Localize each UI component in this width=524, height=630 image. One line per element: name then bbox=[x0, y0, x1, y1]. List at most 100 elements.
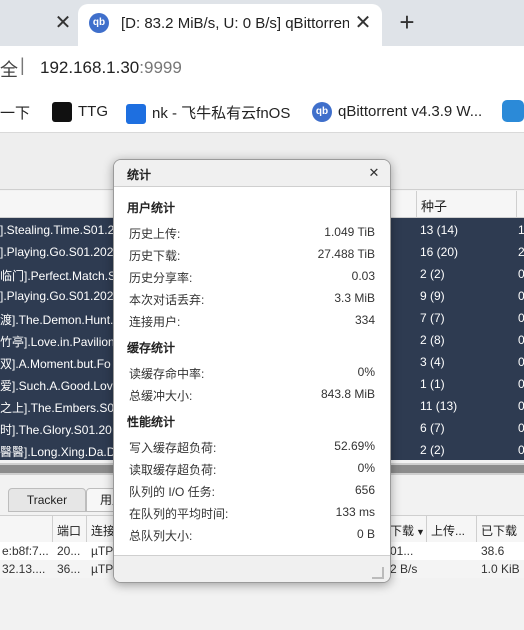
torrent-seeds: 2 (2) bbox=[420, 267, 445, 281]
torrent-seeds: 16 (20) bbox=[420, 245, 459, 259]
bookmark-fnos[interactable]: nk - 飞牛私有云fnOS bbox=[126, 102, 291, 125]
stat-value: 133 ms bbox=[335, 505, 375, 519]
stat-value: 0 B bbox=[356, 527, 375, 541]
extension-icon[interactable] bbox=[502, 100, 524, 122]
stat-label: 总队列大小: bbox=[129, 529, 193, 543]
qbittorrent-favicon-icon: qb bbox=[89, 13, 109, 33]
bookmark-ttg[interactable]: TTG bbox=[52, 102, 108, 122]
column-label: 下载 bbox=[390, 524, 415, 538]
close-icon[interactable]: ✕ bbox=[364, 163, 384, 183]
stat-label: 历史下载: bbox=[129, 249, 181, 263]
stat-value: 3.3 MiB bbox=[334, 291, 375, 305]
peer-ip: e:b8f:7... bbox=[2, 544, 49, 558]
address-bar[interactable]: 192.168.1.30:9999 bbox=[40, 58, 182, 78]
torrent-seeds: 2 (8) bbox=[420, 333, 445, 347]
new-tab-icon[interactable]: + bbox=[394, 9, 420, 35]
torrent-peers: 0 bbox=[518, 443, 524, 457]
stat-label: 历史分享率: bbox=[129, 271, 193, 285]
column-divider[interactable] bbox=[516, 191, 517, 217]
address-host: 192.168.1.30 bbox=[40, 58, 140, 77]
browser-tab-strip: ✕ qb [D: 83.2 MiB/s, U: 0 B/s] qBittorre… bbox=[0, 0, 524, 46]
active-browser-tab[interactable]: qb [D: 83.2 MiB/s, U: 0 B/s] qBittorrent… bbox=[78, 4, 382, 46]
column-divider[interactable] bbox=[52, 516, 53, 542]
column-header-download-speed[interactable]: 下载 ▼ bbox=[390, 522, 425, 539]
nk-icon bbox=[126, 104, 146, 125]
column-header-seeds[interactable]: 种子 bbox=[421, 196, 447, 215]
torrent-peers: 0 bbox=[518, 355, 524, 369]
stat-value: 0.03 bbox=[351, 269, 375, 283]
torrent-peers: 0 bbox=[518, 311, 524, 325]
bookmark-label: 一下 bbox=[0, 105, 31, 122]
peer-downloaded: 1.0 KiB bbox=[481, 562, 520, 576]
column-header-connection[interactable]: 连接 bbox=[91, 522, 115, 539]
address-prefix: 全 bbox=[0, 60, 18, 80]
stat-label: 历史上传: bbox=[129, 227, 181, 241]
column-header-upload-speed[interactable]: 上传... bbox=[431, 522, 465, 539]
column-divider[interactable] bbox=[86, 516, 87, 542]
column-divider[interactable] bbox=[426, 516, 427, 542]
stat-label: 在队列的平均时间: bbox=[129, 507, 229, 521]
torrent-peers: 0 bbox=[518, 377, 524, 391]
bookmark-item[interactable]: 一下 bbox=[0, 102, 30, 123]
section-heading: 用户统计 bbox=[127, 201, 176, 215]
torrent-peers: 0 bbox=[518, 267, 524, 281]
previous-tab-close-icon[interactable]: ✕ bbox=[52, 10, 74, 36]
torrent-peers: 0 bbox=[518, 421, 524, 435]
stat-label: 本次对话丢弃: bbox=[129, 293, 205, 307]
column-header-downloaded[interactable]: 已下载 bbox=[481, 522, 517, 539]
stat-value: 0% bbox=[357, 365, 375, 379]
torrent-peers: 2 bbox=[518, 245, 524, 259]
stat-label: 写入缓存超负荷: bbox=[129, 441, 217, 455]
stat-value: 0% bbox=[357, 461, 375, 475]
torrent-seeds: 7 (7) bbox=[420, 311, 445, 325]
bookmark-label: TTG bbox=[78, 102, 108, 120]
stat-value: 27.488 TiB bbox=[317, 247, 375, 261]
column-divider[interactable] bbox=[416, 191, 417, 217]
resize-grip-icon[interactable] bbox=[372, 567, 384, 579]
tab-close-icon[interactable]: ✕ bbox=[352, 10, 374, 36]
bookmark-qbittorrent[interactable]: qb qBittorrent v4.3.9 W... bbox=[312, 102, 482, 122]
peer-download-speed: 2 B/s bbox=[390, 562, 418, 576]
qbittorrent-icon: qb bbox=[312, 102, 332, 122]
stat-label: 队列的 I/O 任务: bbox=[129, 485, 216, 499]
tab-title: [D: 83.2 MiB/s, U: 0 B/s] qBittorrent bbox=[121, 15, 349, 32]
address-separator: | bbox=[20, 55, 25, 75]
torrent-peers: 0 bbox=[518, 333, 524, 347]
torrent-peers: 0 bbox=[518, 289, 524, 303]
torrent-seeds: 13 (14) bbox=[420, 223, 459, 237]
stat-label: 读取缓存超负荷: bbox=[129, 463, 217, 477]
peer-downloaded: 38.6 bbox=[481, 544, 505, 558]
torrent-peers: 0 bbox=[518, 399, 524, 413]
statistics-dialog: 统计 ✕ 用户统计 历史上传: 1.049 TiB 历史下载: 27.488 TiB 历史… bbox=[113, 159, 391, 583]
dialog-titlebar[interactable]: 统计 ✕ bbox=[114, 160, 390, 187]
tab-tracker[interactable]: Tracker bbox=[8, 488, 86, 512]
stat-value: 656 bbox=[354, 483, 375, 497]
peer-port: 20... bbox=[57, 544, 81, 558]
bookmark-label: nk - 飞牛私有云fnOS bbox=[152, 105, 291, 122]
stat-label: 读缓存命中率: bbox=[129, 367, 205, 381]
torrent-peers: 1 bbox=[518, 223, 524, 237]
torrent-seeds: 3 (4) bbox=[420, 355, 445, 369]
address-port: :9999 bbox=[139, 58, 182, 77]
torrent-seeds: 11 (13) bbox=[420, 399, 458, 413]
bookmarks-bar: 一下 TTG nk - 飞牛私有云fnOS qb qBittorrent v4.3… bbox=[0, 90, 524, 133]
peer-download-speed: 01... bbox=[390, 544, 414, 558]
column-header-port[interactable]: 端口 bbox=[57, 522, 81, 539]
column-divider[interactable] bbox=[476, 516, 477, 542]
stat-label: 总缓冲大小: bbox=[129, 389, 193, 403]
ttg-icon bbox=[52, 102, 72, 122]
stat-label: 连接用户: bbox=[129, 315, 181, 329]
statistics-body: 用户统计 历史上传: 1.049 TiB 历史下载: 27.488 TiB 历史分享率: 0… bbox=[114, 187, 390, 555]
peer-ip: 32.13.... bbox=[2, 562, 46, 576]
dialog-title: 统计 bbox=[127, 168, 152, 182]
torrent-seeds: 1 (1) bbox=[420, 377, 445, 391]
section-heading: 缓存统计 bbox=[127, 341, 176, 355]
stat-value: 843.8 MiB bbox=[320, 387, 375, 401]
torrent-seeds: 9 (9) bbox=[420, 289, 445, 303]
browser-toolbar: 全 | 192.168.1.30:9999 bbox=[0, 46, 524, 90]
peer-port: 36... bbox=[57, 562, 81, 576]
torrent-seeds: 6 (7) bbox=[420, 421, 445, 435]
dialog-footer bbox=[114, 555, 390, 582]
torrent-seeds: 2 (2) bbox=[420, 443, 445, 457]
stat-value: 334 bbox=[354, 313, 375, 327]
